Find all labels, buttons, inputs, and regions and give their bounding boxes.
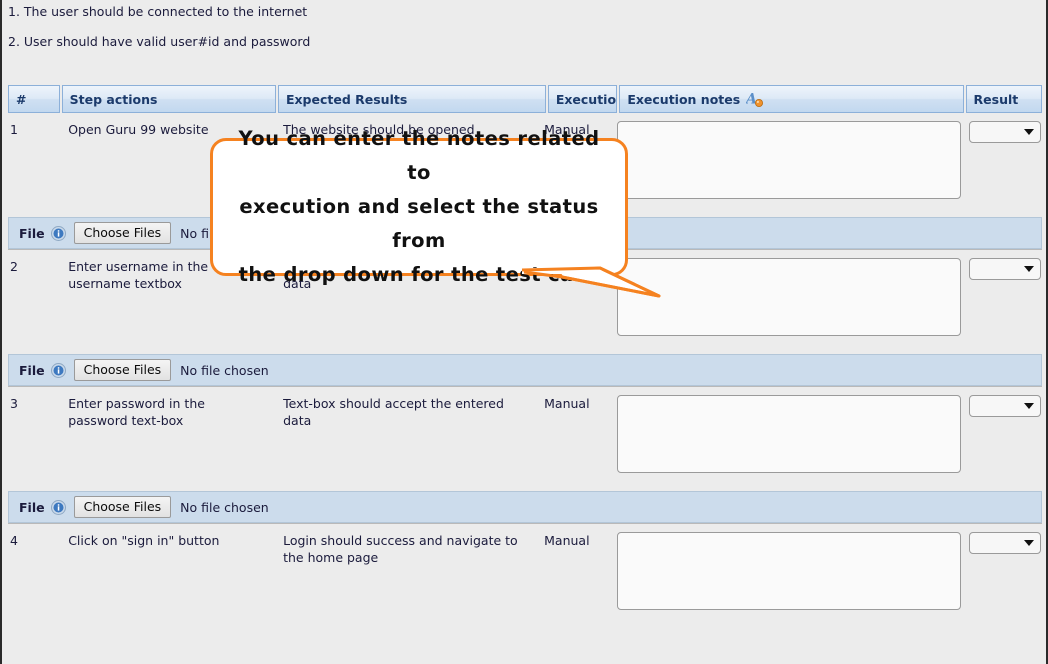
table-row: 4Click on "sign in" buttonLogin should s…: [8, 524, 1042, 586]
callout-bubble: You can enter the notes related to execu…: [210, 138, 628, 276]
result-select-wrapper: [969, 395, 1041, 417]
info-circle-icon[interactable]: [51, 226, 66, 241]
callout-text: You can enter the notes related to execu…: [213, 122, 625, 292]
cell-execution-notes: [615, 524, 961, 586]
result-select-wrapper: [969, 532, 1041, 554]
choose-files-button[interactable]: Choose Files: [74, 222, 172, 244]
choose-files-button[interactable]: Choose Files: [74, 359, 172, 381]
cell-execution-notes: [615, 250, 961, 354]
callout-line-1: You can enter the notes related to: [231, 122, 607, 190]
column-header-execution-notes: Execution notes A: [619, 85, 963, 113]
column-header-expected-results: Expected Results: [278, 85, 546, 113]
column-header-step-actions: Step actions: [62, 85, 276, 113]
cell-result: [963, 524, 1040, 586]
cell-result: [963, 387, 1040, 491]
cell-result: [963, 250, 1040, 354]
no-file-chosen-label: No file chosen: [180, 363, 269, 378]
precondition-line-2: 2. User should have valid user#id and pa…: [8, 34, 1046, 49]
cell-execution-notes: [615, 387, 961, 491]
cell-row-number: 1: [8, 113, 59, 217]
file-label: File: [19, 226, 45, 241]
precondition-line-1: 1. The user should be connected to the i…: [8, 4, 1046, 19]
result-select-wrapper: [969, 258, 1041, 280]
execution-notes-input[interactable]: [617, 395, 961, 473]
test-execution-page: 1. The user should be connected to the i…: [0, 0, 1048, 664]
no-file-chosen-label: No file chosen: [180, 500, 269, 515]
cell-step-action: Enter password in the password text-box: [61, 387, 274, 491]
cell-result: [963, 113, 1040, 217]
file-label: File: [19, 363, 45, 378]
result-select[interactable]: [969, 395, 1041, 417]
column-header-result: Result: [966, 85, 1042, 113]
column-header-execution-notes-label: Execution notes: [627, 92, 740, 107]
execution-notes-input[interactable]: [617, 258, 961, 336]
info-circle-icon[interactable]: [51, 363, 66, 378]
file-attachment-row: File Choose Files No file chosen: [8, 354, 1042, 386]
column-header-execution: Execution: [548, 85, 618, 113]
cell-step-action: Click on "sign in" button: [61, 524, 274, 586]
cell-execution-notes: [615, 113, 961, 217]
cell-execution-type: Manual: [544, 524, 613, 586]
result-select[interactable]: [969, 532, 1041, 554]
cell-expected-result: Login should success and navigate to the…: [276, 524, 542, 586]
table-row: 3Enter password in the password text-box…: [8, 387, 1042, 491]
callout-line-2: execution and select the status from: [231, 190, 607, 258]
file-label: File: [19, 500, 45, 515]
cell-row-number: 4: [8, 524, 59, 586]
choose-files-button[interactable]: Choose Files: [74, 496, 172, 518]
spellcheck-a-icon[interactable]: A: [746, 91, 764, 107]
callout-line-3: the drop down for the test case: [231, 258, 607, 292]
column-header-number: #: [8, 85, 60, 113]
cell-execution-type: Manual: [544, 387, 613, 491]
result-select[interactable]: [969, 121, 1041, 143]
file-attachment-row: File Choose Files No file chosen: [8, 491, 1042, 523]
table-header-row: # Step actions Expected Results Executio…: [8, 85, 1042, 113]
result-select-wrapper: [969, 121, 1041, 143]
cell-expected-result: Text-box should accept the entered data: [276, 387, 542, 491]
execution-notes-input[interactable]: [617, 121, 961, 199]
cell-row-number: 3: [8, 387, 59, 491]
preconditions-block: 1. The user should be connected to the i…: [2, 0, 1046, 49]
info-circle-icon[interactable]: [51, 500, 66, 515]
cell-row-number: 2: [8, 250, 59, 354]
result-select[interactable]: [969, 258, 1041, 280]
svg-text:A: A: [746, 92, 757, 108]
execution-notes-input[interactable]: [617, 532, 961, 610]
